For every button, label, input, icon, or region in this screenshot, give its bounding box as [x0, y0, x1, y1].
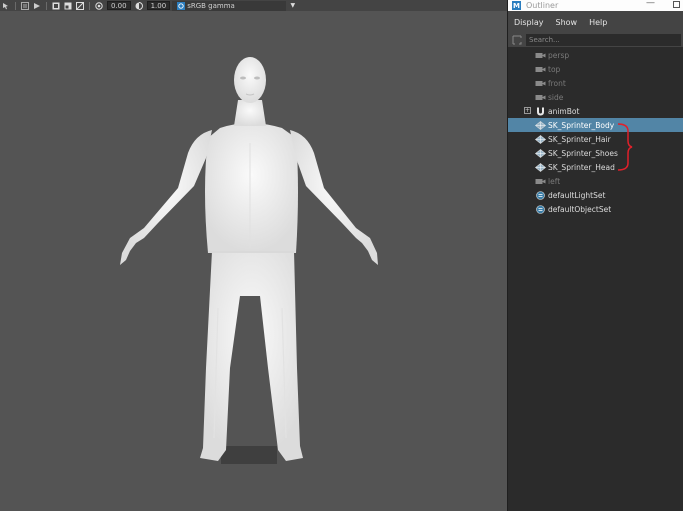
outliner-item[interactable]: defaultObjectSet: [508, 202, 683, 216]
set-icon: [534, 204, 546, 214]
menu-help[interactable]: Help: [589, 18, 607, 27]
outliner-panel: M Outliner — Display Show Help persp top f…: [507, 0, 683, 511]
outliner-item[interactable]: front: [508, 76, 683, 90]
camera-icon: [534, 50, 546, 60]
camera-icon: [534, 78, 546, 88]
menu-display[interactable]: Display: [514, 18, 544, 27]
outliner-item[interactable]: SK_Sprinter_Shoes: [508, 146, 683, 160]
menu-show[interactable]: Show: [556, 18, 578, 27]
window-title: Outliner: [526, 1, 559, 10]
mesh-icon: [534, 162, 546, 172]
maximize-button[interactable]: [673, 1, 680, 8]
gamma-field[interactable]: 1.00: [146, 1, 171, 10]
color-space-label: sRGB gamma: [187, 1, 235, 10]
safe-frame-icon[interactable]: [64, 2, 72, 10]
outliner-item[interactable]: SK_Sprinter_Hair: [508, 132, 683, 146]
camera-attributes-icon[interactable]: [33, 2, 41, 10]
dropdown-arrow-icon[interactable]: ▼: [286, 1, 300, 11]
toolbar-divider: [46, 1, 47, 10]
color-space-selector[interactable]: sRGB gamma: [172, 0, 286, 11]
minimize-button[interactable]: —: [646, 0, 655, 8]
set-icon: [534, 190, 546, 200]
viewport-toolbar: 0.00 1.00 sRGB gamma ▼: [0, 0, 507, 11]
select-arrow-icon[interactable]: [2, 2, 10, 10]
maya-logo-icon: M: [512, 1, 521, 10]
outliner-item-label: side: [548, 92, 564, 102]
grid-icon[interactable]: [76, 1, 84, 10]
annotation-bracket: [617, 123, 633, 171]
outliner-item-label: SK_Sprinter_Shoes: [548, 148, 618, 158]
character-mesh-render: [120, 57, 378, 464]
outliner-item[interactable]: left: [508, 174, 683, 188]
outliner-item[interactable]: SK_Sprinter_Head: [508, 160, 683, 174]
character-model[interactable]: [100, 48, 400, 473]
outliner-item[interactable]: side: [508, 90, 683, 104]
outliner-item[interactable]: + animBot: [508, 104, 683, 118]
outliner-item-label: defaultLightSet: [548, 190, 606, 200]
camera-icon: [534, 64, 546, 74]
outliner-item-label: SK_Sprinter_Hair: [548, 134, 611, 144]
outliner-item[interactable]: defaultLightSet: [508, 188, 683, 202]
outliner-item[interactable]: SK_Sprinter_Body: [508, 118, 683, 132]
outliner-title-bar[interactable]: M Outliner —: [508, 0, 683, 11]
outliner-item-label: animBot: [548, 106, 580, 116]
magnet-icon: [534, 106, 546, 116]
filter-icon[interactable]: [508, 35, 526, 45]
toolbar-divider: [15, 1, 16, 10]
outliner-item-label: top: [548, 64, 561, 74]
outliner-item[interactable]: top: [508, 62, 683, 76]
outliner-item-label: left: [548, 176, 561, 186]
mesh-icon: [534, 148, 546, 158]
gamma-icon[interactable]: [135, 1, 143, 10]
search-input[interactable]: [526, 34, 681, 46]
mesh-icon: [534, 134, 546, 144]
exposure-field[interactable]: 0.00: [107, 1, 131, 10]
outliner-item-label: persp: [548, 50, 570, 60]
outliner-item[interactable]: persp: [508, 48, 683, 62]
viewport-panel[interactable]: 0.00 1.00 sRGB gamma ▼: [0, 0, 507, 511]
camera-icon: [534, 92, 546, 102]
outliner-item-label: SK_Sprinter_Head: [548, 162, 615, 172]
exposure-icon[interactable]: [95, 1, 103, 10]
outliner-item-label: front: [548, 78, 566, 88]
expand-toggle-icon[interactable]: +: [524, 107, 531, 114]
layout-icon[interactable]: [21, 1, 29, 10]
outliner-item-label: SK_Sprinter_Body: [548, 120, 615, 130]
outliner-item-label: defaultObjectSet: [548, 204, 612, 214]
resolution-gate-icon[interactable]: [52, 2, 60, 10]
search-row: [508, 33, 683, 47]
color-management-icon: [177, 1, 186, 10]
mesh-icon: [534, 120, 546, 130]
toolbar-divider: [89, 1, 90, 10]
outliner-menu-bar: Display Show Help: [508, 11, 683, 33]
camera-icon: [534, 176, 546, 186]
